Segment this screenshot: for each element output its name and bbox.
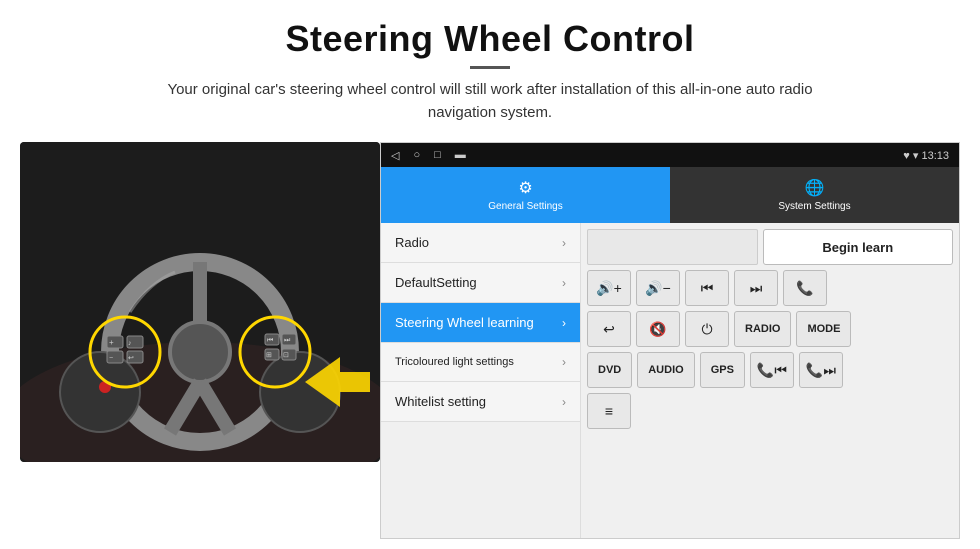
home-icon[interactable]: ○ (413, 149, 420, 161)
radio-button[interactable]: RADIO (734, 311, 791, 347)
phone-prev-icon: 📞⏮ (757, 362, 787, 379)
system-settings-icon: 🌐 (805, 178, 825, 198)
page-title: Steering Wheel Control (40, 18, 940, 60)
audio-button[interactable]: AUDIO (637, 352, 694, 388)
next-track-button[interactable]: ⏭ (734, 270, 778, 306)
tab-general-settings[interactable]: ⚙ General Settings (381, 167, 670, 223)
back-icon[interactable]: ◁ (391, 149, 399, 162)
menu-item-whitelist-label: Whitelist setting (395, 394, 486, 409)
page-container: Steering Wheel Control Your original car… (0, 0, 980, 549)
menu-item-whitelist[interactable]: Whitelist setting › (381, 382, 580, 422)
row-1: Begin learn (587, 229, 953, 265)
svg-text:♪: ♪ (128, 340, 132, 347)
phone-prev-button[interactable]: 📞⏮ (750, 352, 794, 388)
phone-next-icon: 📞⏭ (806, 362, 836, 379)
menu-item-steering-wheel[interactable]: Steering Wheel learning › (381, 303, 580, 343)
mute-button[interactable]: 🔇 (636, 311, 680, 347)
menu-item-steering-label: Steering Wheel learning (395, 315, 534, 330)
svg-text:↩: ↩ (128, 355, 134, 362)
menu-item-radio-label: Radio (395, 235, 429, 250)
android-ui: ◁ ○ □ ▬ ♥ ▾ 13:13 ⚙ General Settings 🌐 S… (380, 142, 960, 539)
phone-button[interactable]: 📞 (783, 270, 827, 306)
power-icon: ⏻ (701, 321, 712, 338)
chevron-icon: › (562, 316, 566, 330)
menu-item-tricoloured-label: Tricoloured light settings (395, 356, 514, 368)
chevron-icon: › (562, 276, 566, 290)
phone-icon: 📞 (796, 280, 813, 297)
car-image-area: + − ♪ ↩ ⏮ ⏭ ⊞ ⊡ (20, 142, 380, 462)
phone-next-button[interactable]: 📞⏭ (799, 352, 843, 388)
blank-area (587, 229, 758, 265)
svg-text:−: − (109, 355, 113, 362)
status-bar: ◁ ○ □ ▬ ♥ ▾ 13:13 (381, 143, 959, 167)
title-divider (470, 66, 510, 69)
hangup-button[interactable]: ↩ (587, 311, 631, 347)
begin-learn-button[interactable]: Begin learn (763, 229, 954, 265)
row-2: 🔊+ 🔊− ⏮ ⏭ 📞 (587, 270, 953, 306)
status-bar-left: ◁ ○ □ ▬ (391, 149, 466, 162)
left-menu: Radio › DefaultSetting › Steering Wheel … (381, 223, 581, 538)
svg-text:+: + (109, 338, 114, 347)
hangup-icon: ↩ (603, 321, 615, 338)
content-section: + − ♪ ↩ ⏮ ⏭ ⊞ ⊡ (20, 142, 960, 539)
general-settings-icon: ⚙ (518, 178, 532, 198)
system-settings-label: System Settings (778, 201, 850, 212)
general-settings-label: General Settings (488, 201, 563, 212)
chevron-icon: › (562, 236, 566, 250)
tab-system-settings[interactable]: 🌐 System Settings (670, 167, 959, 223)
status-time: ♥ ▾ 13:13 (903, 149, 949, 162)
status-bar-right: ♥ ▾ 13:13 (903, 149, 949, 162)
main-content: Radio › DefaultSetting › Steering Wheel … (381, 223, 959, 538)
chevron-icon: › (562, 355, 566, 369)
screenshot-icon[interactable]: ▬ (455, 149, 466, 161)
menu-item-defaultsetting[interactable]: DefaultSetting › (381, 263, 580, 303)
gps-button[interactable]: GPS (700, 352, 745, 388)
vol-down-icon: 🔊− (645, 280, 671, 297)
tab-bar: ⚙ General Settings 🌐 System Settings (381, 167, 959, 223)
next-track-icon: ⏭ (750, 280, 763, 297)
menu-item-tricoloured[interactable]: Tricoloured light settings › (381, 343, 580, 382)
menu-item-radio[interactable]: Radio › (381, 223, 580, 263)
row-5: ≡ (587, 393, 953, 429)
mute-icon: 🔇 (649, 321, 666, 338)
right-panel: Begin learn 🔊+ 🔊− ⏮ (581, 223, 959, 538)
vol-down-button[interactable]: 🔊− (636, 270, 680, 306)
prev-track-button[interactable]: ⏮ (685, 270, 729, 306)
header-section: Steering Wheel Control Your original car… (0, 0, 980, 134)
svg-text:⊞: ⊞ (266, 352, 272, 359)
vol-up-button[interactable]: 🔊+ (587, 270, 631, 306)
svg-text:⊡: ⊡ (283, 352, 289, 359)
mode-button[interactable]: MODE (796, 311, 851, 347)
car-image-svg: + − ♪ ↩ ⏮ ⏭ ⊞ ⊡ (20, 142, 380, 462)
menu-item-defaultsetting-label: DefaultSetting (395, 275, 477, 290)
list-icon: ≡ (605, 403, 613, 419)
dvd-button[interactable]: DVD (587, 352, 632, 388)
subtitle-text: Your original car's steering wheel contr… (140, 79, 840, 124)
row-3: ↩ 🔇 ⏻ RADIO MODE (587, 311, 953, 347)
vol-up-icon: 🔊+ (596, 280, 622, 297)
power-button[interactable]: ⏻ (685, 311, 729, 347)
svg-text:⏭: ⏭ (284, 337, 291, 344)
list-icon-button[interactable]: ≡ (587, 393, 631, 429)
recents-icon[interactable]: □ (434, 149, 441, 161)
chevron-icon: › (562, 395, 566, 409)
prev-track-icon: ⏮ (701, 280, 714, 297)
svg-text:⏮: ⏮ (267, 337, 273, 344)
row-4: DVD AUDIO GPS 📞⏮ 📞⏭ (587, 352, 953, 388)
